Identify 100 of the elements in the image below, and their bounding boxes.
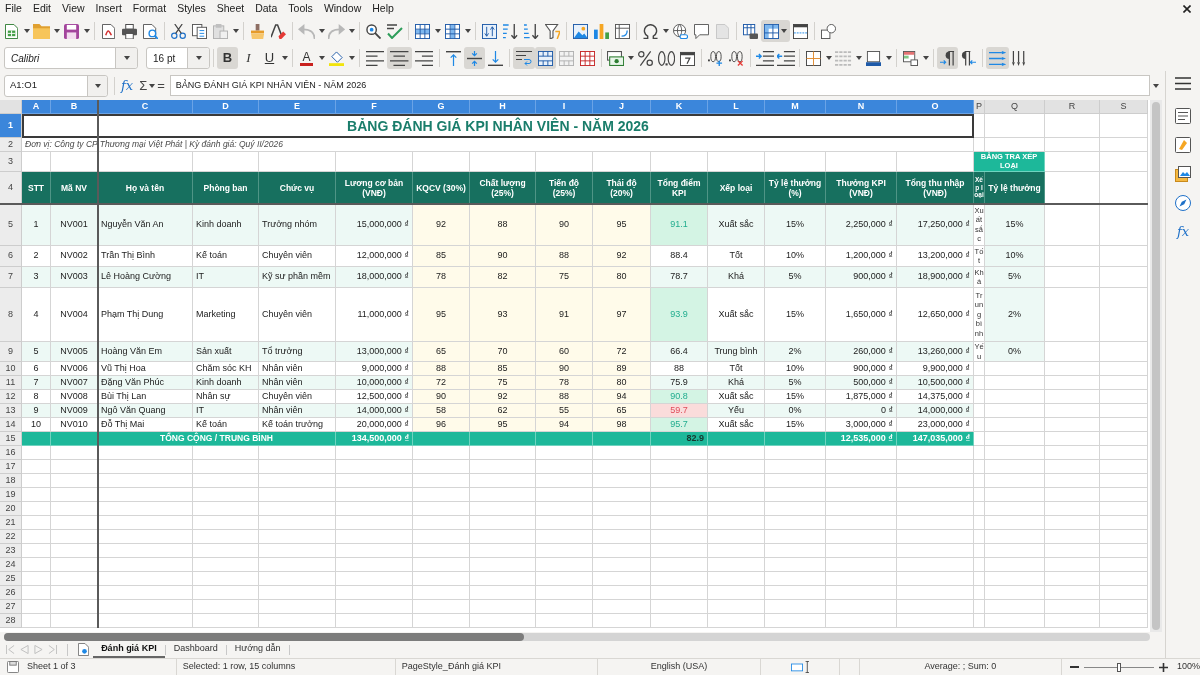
row-header[interactable]: 6 [0, 246, 22, 267]
scrollbar-track[interactable] [4, 632, 1150, 641]
column-header[interactable]: Q [985, 100, 1045, 114]
row-header[interactable]: 17 [0, 460, 22, 474]
scissors-icon[interactable] [171, 23, 186, 39]
caret-icon[interactable] [1153, 83, 1159, 88]
caret-icon[interactable] [855, 56, 862, 60]
table-rows-icon[interactable] [415, 23, 430, 39]
scrollbar-thumb[interactable] [4, 632, 524, 641]
row-header[interactable]: 3 [0, 152, 22, 172]
split-grid-icon[interactable] [580, 50, 596, 66]
page-style[interactable]: PageStyle_Đánh giá KPI [401, 660, 501, 674]
image-icon[interactable] [573, 23, 588, 39]
column-header[interactable]: K [651, 100, 708, 114]
column-header[interactable]: N [826, 100, 897, 114]
function-wizard-button[interactable]: fx [121, 78, 134, 93]
row-header[interactable]: 7 [0, 267, 22, 288]
align-center-button[interactable] [387, 47, 412, 69]
row-header[interactable]: 18 [0, 474, 22, 488]
align-middle-button[interactable] [464, 47, 486, 69]
document-mark-icon[interactable] [101, 23, 116, 39]
formula-input[interactable]: BẢNG ĐÁNH GIÁ KPI NHÂN VIÊN - NĂM 2026 [169, 75, 1150, 96]
menu-icon[interactable] [1175, 77, 1191, 90]
lines-checkmark-icon[interactable] [386, 23, 403, 39]
merge-center-button[interactable] [535, 47, 557, 69]
caret-icon[interactable] [662, 29, 669, 33]
font-name-field[interactable]: Calibri [4, 47, 138, 69]
column-header[interactable]: J [593, 100, 651, 114]
save-icon[interactable] [64, 23, 79, 39]
menu-item[interactable]: Data [255, 0, 278, 17]
row-header[interactable]: 16 [0, 446, 22, 460]
menu-item[interactable]: Window [323, 0, 362, 17]
sort-ascending-icon[interactable] [503, 23, 518, 39]
caret-icon[interactable] [23, 29, 30, 33]
slider-thumb[interactable] [1117, 662, 1121, 672]
column-header[interactable]: R [1045, 100, 1100, 114]
column-header[interactable]: I [536, 100, 593, 114]
row-header[interactable]: 20 [0, 502, 22, 516]
caret-icon[interactable] [53, 29, 60, 33]
sheet-tab[interactable]: Hướng dẫn [226, 641, 289, 658]
eraser-icon[interactable] [271, 23, 286, 39]
caret-icon[interactable] [83, 29, 90, 33]
row-header[interactable]: 11 [0, 376, 22, 390]
bold-button[interactable]: B [217, 47, 238, 69]
row-header[interactable]: 8 [0, 288, 22, 342]
zoom-in-icon[interactable] [1159, 662, 1168, 672]
calendar-icon[interactable] [680, 50, 696, 66]
row-header[interactable]: 25 [0, 572, 22, 586]
globe-link-icon[interactable] [673, 23, 688, 39]
row-header[interactable]: 12 [0, 390, 22, 404]
caret-icon[interactable] [232, 29, 239, 33]
row-header[interactable]: 13 [0, 404, 22, 418]
decimal-number-icon[interactable] [658, 50, 676, 66]
border-color-icon[interactable] [866, 50, 882, 66]
table-printer-icon[interactable] [743, 23, 758, 39]
row-header[interactable]: 28 [0, 614, 22, 628]
menu-item[interactable]: File [5, 0, 22, 17]
row-header[interactable]: 26 [0, 586, 22, 600]
table-columns-icon[interactable] [445, 23, 460, 39]
copy-icon[interactable] [192, 23, 207, 39]
caret-icon[interactable] [148, 83, 155, 88]
caret-icon[interactable] [434, 29, 441, 33]
properties-icon[interactable] [1175, 108, 1191, 124]
dropdown-button[interactable] [115, 48, 137, 68]
speech-bubble-icon[interactable] [694, 23, 709, 39]
funnel-icon[interactable] [545, 23, 560, 39]
underline-button[interactable]: U [259, 47, 280, 69]
delete-decimal-icon[interactable] [729, 50, 745, 66]
column-header[interactable]: P [974, 100, 985, 114]
menu-item[interactable]: Sheet [216, 0, 245, 17]
column-header[interactable]: B [51, 100, 98, 114]
printer-icon[interactable] [122, 23, 137, 39]
row-header[interactable]: 10 [0, 362, 22, 376]
wrap-text-button[interactable] [513, 47, 536, 69]
indent-decrease-icon[interactable] [776, 50, 796, 66]
font-color-button[interactable]: A [296, 47, 317, 69]
column-header[interactable]: C [98, 100, 193, 114]
caret-icon[interactable] [348, 29, 355, 33]
menu-item[interactable]: Edit [32, 0, 51, 17]
spreadsheet-icon[interactable] [4, 23, 19, 39]
borders-icon[interactable] [806, 50, 822, 66]
shapes-icon[interactable] [821, 23, 836, 39]
caret-icon[interactable] [348, 56, 355, 60]
column-header[interactable]: G [413, 100, 470, 114]
pivot-table-icon[interactable] [615, 23, 630, 39]
language[interactable]: English (USA) [650, 660, 708, 674]
dropdown-button[interactable] [87, 75, 107, 96]
menu-item[interactable]: Help [372, 0, 394, 17]
sort-icon[interactable] [482, 23, 497, 39]
column-header[interactable]: F [336, 100, 413, 114]
caret-icon[interactable] [281, 56, 288, 60]
banknotes-icon[interactable] [607, 50, 625, 66]
row-header[interactable]: 14 [0, 418, 22, 432]
row-header[interactable]: 9 [0, 342, 22, 362]
menu-item[interactable]: Tools [288, 0, 313, 17]
functions-button[interactable]: fx [1176, 224, 1190, 240]
name-box[interactable]: A1:O1 [4, 74, 108, 97]
row-header[interactable]: 2 [0, 138, 22, 152]
caret-icon[interactable] [627, 56, 634, 60]
bar-chart-icon[interactable] [594, 23, 609, 39]
